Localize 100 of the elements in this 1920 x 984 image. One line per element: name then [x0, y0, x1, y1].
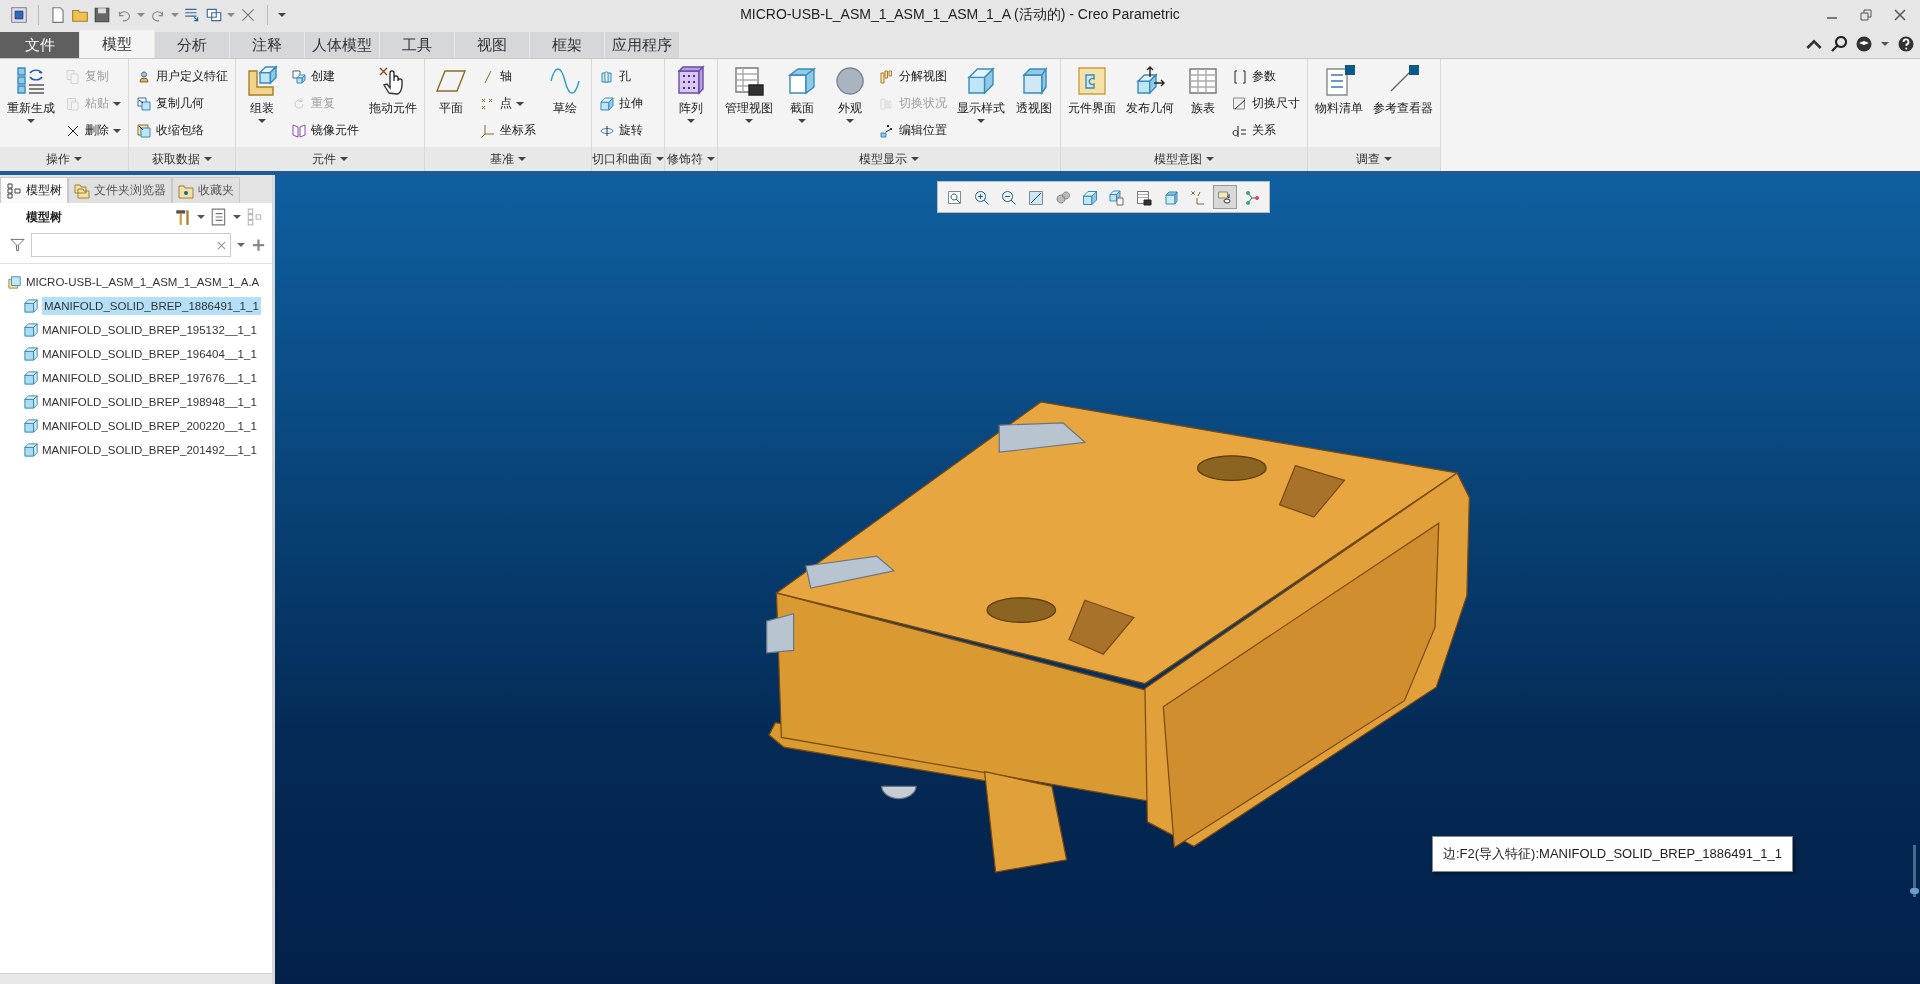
ribbon-button[interactable]: 删除 [62, 117, 124, 144]
panel-tab[interactable]: 收藏夹 [172, 177, 240, 203]
clear-icon[interactable] [217, 240, 226, 250]
panel-tab[interactable]: 模型树 [0, 177, 68, 203]
group-label[interactable]: 模型显示 [718, 147, 1060, 171]
ribbon-button[interactable]: 发布几何 [1123, 63, 1177, 147]
repaint-icon [1028, 189, 1044, 207]
ribbon-button[interactable]: 透视图 [1012, 63, 1056, 147]
hammer-screwdriver-icon[interactable] [174, 208, 192, 226]
ribbon-tab[interactable]: 模型 [80, 30, 155, 58]
ribbon-button[interactable]: 镜像元件 [288, 117, 362, 144]
3d-viewport[interactable]: 边:F2(导入特征):MANIFOLD_SOLID_BREP_1886491_1_1 [275, 175, 1920, 984]
ribbon-button[interactable]: 截面 [780, 63, 824, 147]
plus-icon[interactable] [251, 237, 266, 253]
ribbon-button[interactable]: 点 [477, 90, 539, 117]
nodes-icon [1244, 189, 1260, 207]
ribbon-button[interactable]: 坐标系 [477, 117, 539, 144]
ribbon-tab[interactable]: 文件 [0, 32, 80, 58]
group-label[interactable]: 切口和曲面 [592, 147, 664, 171]
ribbon-tab[interactable]: 应用程序 [605, 32, 680, 58]
copy-icon [65, 68, 81, 85]
slider-thumb[interactable] [1910, 888, 1919, 895]
table-icon [1187, 65, 1219, 97]
caret-icon [113, 128, 121, 133]
caret-icon[interactable] [1881, 42, 1889, 46]
close-window-icon[interactable] [239, 6, 257, 24]
panel-title: 模型树 [26, 208, 62, 226]
caret-icon[interactable] [278, 13, 286, 17]
caret-icon [27, 119, 35, 123]
tree-item[interactable]: MANIFOLD_SOLID_BREP_200220__1_1 [0, 414, 272, 438]
graduation-cap-icon[interactable] [1856, 36, 1872, 52]
tree-item[interactable]: MANIFOLD_SOLID_BREP_197676__1_1 [0, 366, 272, 390]
group-label[interactable]: 操作 [0, 147, 128, 171]
circular-arrow-icon [291, 95, 307, 112]
ribbon-button[interactable]: 显示样式 [954, 63, 1008, 147]
windows-icon[interactable] [205, 6, 223, 24]
group-label[interactable]: 元件 [236, 147, 424, 171]
ribbon-button[interactable]: 族表 [1181, 63, 1225, 147]
ribbon-button[interactable]: 参考查看器 [1370, 63, 1436, 147]
ribbon-button[interactable]: 孔 [596, 63, 646, 90]
list-settings-icon[interactable] [210, 208, 228, 226]
ribbon-button[interactable]: 分解视图 [876, 63, 950, 90]
ribbon-tab[interactable]: 视图 [455, 32, 530, 58]
group-label[interactable]: 修饰符 [665, 147, 717, 171]
ribbon-button[interactable]: 拖动元件 [366, 63, 420, 147]
caret-icon[interactable] [237, 243, 245, 247]
group-label[interactable]: 调查 [1308, 147, 1440, 171]
horizontal-scrollbar[interactable] [0, 973, 272, 984]
ribbon-button[interactable]: 管理视图 [722, 63, 776, 147]
ribbon-button[interactable]: 用户定义特征 [133, 63, 231, 90]
filter-field[interactable] [31, 233, 231, 257]
group-label[interactable]: 基准 [425, 147, 591, 171]
ribbon-tab[interactable]: 分析 [155, 32, 230, 58]
tree-item[interactable]: MANIFOLD_SOLID_BREP_196404__1_1 [0, 342, 272, 366]
group-label[interactable]: 模型意图 [1061, 147, 1307, 171]
close-icon[interactable] [1894, 9, 1906, 21]
app-icon[interactable] [10, 6, 28, 24]
ribbon-button[interactable]: 组装 [240, 63, 284, 147]
ribbon-button[interactable]: 拉伸 [596, 90, 646, 117]
zoom-out-icon [1001, 189, 1017, 207]
section-box-icon [786, 65, 818, 97]
ribbon-button[interactable]: 切换尺寸 [1229, 90, 1303, 117]
ribbon-button[interactable]: 平面 [429, 63, 473, 147]
cube-arrows-icon [1134, 65, 1166, 97]
ribbon-tab[interactable]: 注释 [230, 32, 305, 58]
help-icon[interactable] [1898, 36, 1914, 52]
tree-item[interactable]: MANIFOLD_SOLID_BREP_201492__1_1 [0, 438, 272, 462]
restore-icon[interactable] [1860, 9, 1872, 21]
ribbon-button[interactable]: 编辑位置 [876, 117, 950, 144]
ribbon-button[interactable]: 物料清单 [1312, 63, 1366, 147]
group-label[interactable]: 获取数据 [129, 147, 235, 171]
save-icon[interactable] [93, 6, 111, 24]
filter-icon[interactable] [10, 237, 25, 253]
ribbon-tab[interactable]: 工具 [380, 32, 455, 58]
sketch-wave-icon [549, 65, 581, 97]
ribbon-button[interactable]: 轴 [477, 63, 539, 90]
ribbon-button[interactable]: 关系 [1229, 117, 1303, 144]
caret-icon[interactable] [233, 215, 241, 219]
ribbon-button[interactable]: 收缩包络 [133, 117, 231, 144]
ribbon-button[interactable]: 重新生成 [4, 63, 58, 147]
caret-icon[interactable] [197, 215, 205, 219]
ribbon-button[interactable]: 外观 [828, 63, 872, 147]
ribbon-button[interactable]: 复制几何 [133, 90, 231, 117]
caret-icon [1206, 157, 1214, 161]
ribbon-tab[interactable]: 人体模型 [305, 32, 380, 58]
tree-item[interactable]: MANIFOLD_SOLID_BREP_195132__1_1 [0, 318, 272, 342]
ribbon-button[interactable]: 创建 [288, 63, 362, 90]
ribbon-button[interactable]: 草绘 [543, 63, 587, 147]
brackets-icon [1232, 68, 1248, 85]
ribbon-button[interactable]: 旋转 [596, 117, 646, 144]
panel-tab[interactable]: 文件夹浏览器 [68, 177, 172, 203]
ribbon-tab[interactable]: 框架 [530, 32, 605, 58]
tree-item[interactable]: MANIFOLD_SOLID_BREP_198948__1_1 [0, 390, 272, 414]
ribbon-button[interactable]: 元件界面 [1065, 63, 1119, 147]
search-icon[interactable] [1831, 36, 1847, 52]
ribbon-button[interactable]: 阵列 [669, 63, 713, 147]
new-file-icon[interactable] [49, 6, 67, 24]
ribbon-button[interactable]: 参数 [1229, 63, 1303, 90]
tree-item[interactable]: MICRO-USB-L_ASM_1_ASM_1_ASM_1_A.A [0, 270, 272, 294]
part-icon [24, 419, 38, 433]
